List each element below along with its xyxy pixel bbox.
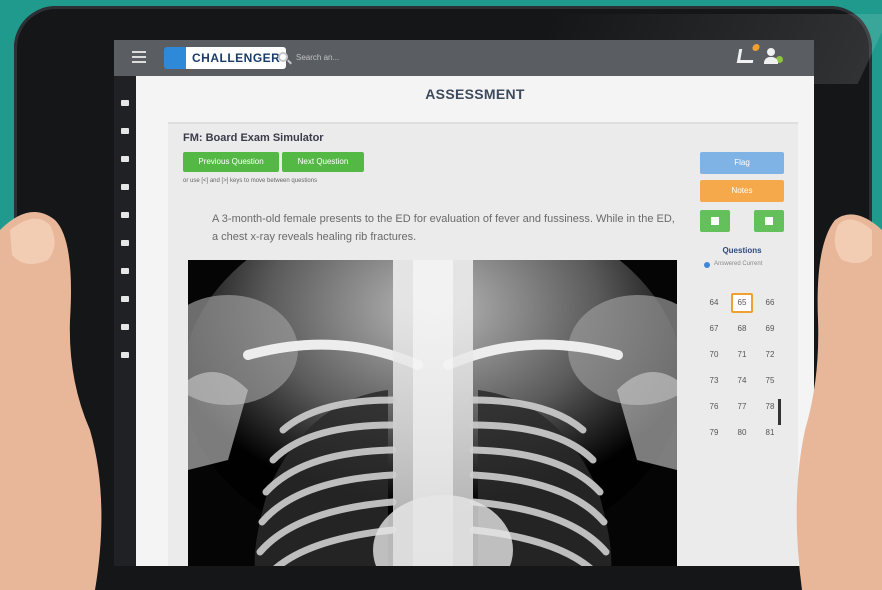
right-hand <box>796 214 882 590</box>
question-text: A 3-month-old female presents to the ED … <box>212 213 675 243</box>
question-number-button[interactable]: 73 <box>703 371 725 391</box>
question-row: 79 80 81 <box>700 420 784 446</box>
logo-text: CHALLENGER <box>186 47 287 69</box>
folder-icon[interactable] <box>121 352 129 358</box>
top-right-icons <box>736 48 783 64</box>
question-number-button[interactable]: 79 <box>703 423 725 443</box>
search-input[interactable] <box>296 50 416 64</box>
cart-icon[interactable] <box>736 49 756 63</box>
filter-icon[interactable] <box>121 268 129 274</box>
left-hand <box>0 212 102 590</box>
question-number-button[interactable]: 65 <box>731 293 753 313</box>
question-row: 76 77 78 <box>700 394 784 420</box>
exam-icon[interactable] <box>121 128 129 134</box>
question-number-button[interactable]: 72 <box>759 345 781 365</box>
question-number-button[interactable]: 69 <box>759 319 781 339</box>
question-number-button[interactable]: 77 <box>731 397 753 417</box>
dashboard-icon[interactable] <box>121 100 129 106</box>
search-bar <box>278 50 416 64</box>
page-title: ASSESSMENT <box>425 86 525 102</box>
question-number-button[interactable]: 68 <box>731 319 753 339</box>
question-number-button[interactable]: 71 <box>731 345 753 365</box>
question-number-button[interactable]: 80 <box>731 423 753 443</box>
assessment-panel: FM: Board Exam Simulator Previous Questi… <box>168 122 798 566</box>
logo-mark <box>164 47 186 69</box>
book-icon[interactable] <box>121 156 129 162</box>
question-number-button[interactable]: 67 <box>703 319 725 339</box>
app-logo[interactable]: CHALLENGER <box>164 47 287 69</box>
flag-button[interactable]: Flag <box>700 152 784 174</box>
next-question-button[interactable]: Next Question <box>282 152 364 172</box>
xray-illustration <box>188 260 677 566</box>
keyboard-hint: or use [<] and [>] keys to move between … <box>183 178 318 184</box>
question-row: 73 74 75 <box>700 368 784 394</box>
notes-button[interactable]: Notes <box>700 180 784 202</box>
question-number-button[interactable]: 70 <box>703 345 725 365</box>
save-button[interactable] <box>700 210 730 232</box>
chart-icon[interactable] <box>121 240 129 246</box>
question-number-button[interactable]: 75 <box>759 371 781 391</box>
question-row: 64 65 66 <box>700 290 784 316</box>
tablet-screen: CHALLENGER ASSESSMENT FM: Board Exam Sim… <box>114 40 814 566</box>
question-number-button[interactable]: 76 <box>703 397 725 417</box>
question-number-button[interactable]: 81 <box>759 423 781 443</box>
next-arrow-button[interactable] <box>754 210 784 232</box>
main-content: ASSESSMENT FM: Board Exam Simulator Prev… <box>136 76 814 566</box>
questions-legend: Answered Current <box>704 260 764 268</box>
previous-question-button[interactable]: Previous Question <box>183 152 279 172</box>
question-number-button[interactable]: 66 <box>759 293 781 313</box>
hamburger-icon[interactable] <box>132 51 146 63</box>
answered-dot-icon <box>704 262 710 268</box>
chest-xray-image <box>188 260 677 566</box>
question-row: 67 68 69 <box>700 316 784 342</box>
question-row: 70 71 72 <box>700 342 784 368</box>
search-icon[interactable] <box>278 52 288 62</box>
question-grid-scrollbar[interactable] <box>778 399 781 425</box>
question-grid: 64 65 66 67 68 69 70 71 72 73 74 75 76 77 78 79 80 81 <box>700 290 784 446</box>
questions-heading: Questions <box>722 246 762 255</box>
next-icon <box>765 217 773 225</box>
document-icon[interactable] <box>121 212 129 218</box>
left-sidebar <box>114 76 136 566</box>
settings-icon[interactable] <box>121 324 129 330</box>
legend-label: Answered Current <box>714 261 763 267</box>
calendar-icon[interactable] <box>121 296 129 302</box>
question-number-button[interactable]: 64 <box>703 293 725 313</box>
exam-title: FM: Board Exam Simulator <box>183 132 324 144</box>
user-status-badge <box>776 56 783 63</box>
question-number-button[interactable]: 74 <box>731 371 753 391</box>
bookmark-icon[interactable] <box>121 184 129 190</box>
save-icon <box>711 217 719 225</box>
user-icon[interactable] <box>764 48 783 64</box>
top-bar: CHALLENGER <box>114 40 814 76</box>
